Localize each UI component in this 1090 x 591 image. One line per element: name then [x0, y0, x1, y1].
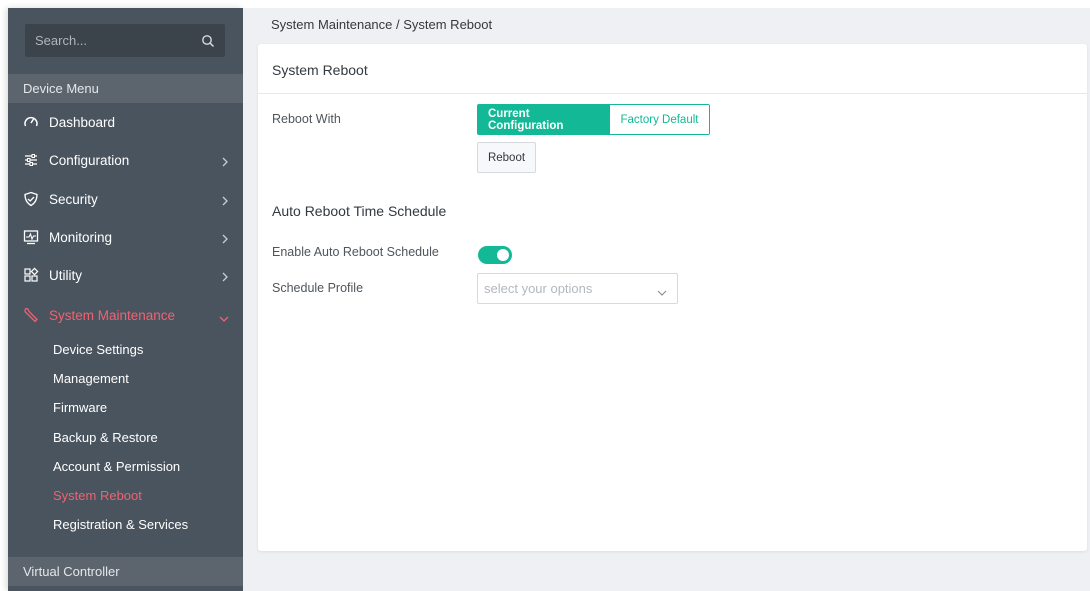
sidebar-item-label: Utility: [49, 267, 82, 283]
chevron-down-icon: [219, 311, 229, 322]
sidebar-item-label: System Maintenance: [49, 307, 176, 323]
sidebar-subitem-firmware[interactable]: Firmware: [53, 397, 107, 417]
sidebar-item-monitoring[interactable]: Monitoring: [8, 218, 243, 256]
reboot-with-segmented-control: Current Configuration Factory Default: [477, 104, 710, 135]
sidebar-subitem-management[interactable]: Management: [53, 368, 129, 388]
reboot-with-label: Reboot With: [272, 112, 341, 126]
enable-auto-reboot-toggle[interactable]: [478, 246, 512, 264]
chevron-right-icon: [221, 155, 229, 167]
search-input[interactable]: [35, 33, 185, 48]
current-configuration-option[interactable]: Current Configuration: [478, 105, 610, 134]
chevron-right-icon: [221, 194, 229, 206]
schedule-profile-label: Schedule Profile: [272, 281, 364, 295]
main-content: System Maintenance / System Reboot Syste…: [243, 8, 1090, 591]
sidebar-subitem-system-reboot[interactable]: System Reboot: [53, 485, 142, 505]
grid-tools-icon: [23, 267, 39, 283]
schedule-profile-placeholder: select your options: [484, 281, 593, 296]
sidebar-item-label: Dashboard: [49, 114, 116, 130]
breadcrumb: System Maintenance / System Reboot: [271, 17, 493, 32]
shield-check-icon: [23, 191, 39, 207]
factory-default-option[interactable]: Factory Default: [610, 105, 709, 134]
sidebar-subitem-backup-restore[interactable]: Backup & Restore: [53, 427, 158, 447]
sidebar-item-label: Security: [49, 191, 98, 207]
sidebar-item-utility[interactable]: Utility: [8, 256, 243, 294]
system-reboot-card: System Reboot Reboot With Current Config…: [258, 44, 1087, 551]
sidebar-subitem-account-permission[interactable]: Account & Permission: [53, 456, 180, 476]
reboot-button[interactable]: Reboot: [477, 142, 536, 173]
sidebar-item-security[interactable]: Security: [8, 180, 243, 218]
sidebar-item-dashboard[interactable]: Dashboard: [8, 103, 243, 141]
schedule-profile-select[interactable]: select your options: [477, 273, 678, 304]
chevron-right-icon: [221, 270, 229, 282]
monitor-icon: [23, 229, 39, 245]
search-icon[interactable]: [201, 34, 215, 48]
page-title: System Reboot: [272, 62, 368, 78]
enable-auto-reboot-label: Enable Auto Reboot Schedule: [272, 245, 439, 259]
device-menu-header: Device Menu: [8, 74, 243, 103]
toggle-knob: [497, 249, 509, 261]
sidebar-subitem-registration-services[interactable]: Registration & Services: [53, 514, 188, 534]
auto-reboot-heading: Auto Reboot Time Schedule: [272, 203, 447, 219]
sidebar-item-label: Configuration: [49, 152, 130, 168]
sidebar-item-system-maintenance[interactable]: System Maintenance: [8, 296, 243, 334]
chevron-right-icon: [221, 232, 229, 244]
dashboard-gauge-icon: [23, 114, 39, 130]
sidebar: Device Menu Dashboard Configuration Secu…: [8, 8, 243, 591]
virtual-controller-header[interactable]: Virtual Controller: [8, 557, 243, 586]
sidebar-item-configuration[interactable]: Configuration: [8, 141, 243, 179]
wrench-icon: [23, 307, 39, 323]
sliders-icon: [23, 152, 39, 168]
divider: [258, 93, 1087, 94]
sidebar-subitem-device-settings[interactable]: Device Settings: [53, 339, 143, 359]
sidebar-item-label: Monitoring: [49, 229, 113, 245]
chevron-down-icon: [657, 285, 667, 296]
search-box[interactable]: [25, 24, 225, 57]
